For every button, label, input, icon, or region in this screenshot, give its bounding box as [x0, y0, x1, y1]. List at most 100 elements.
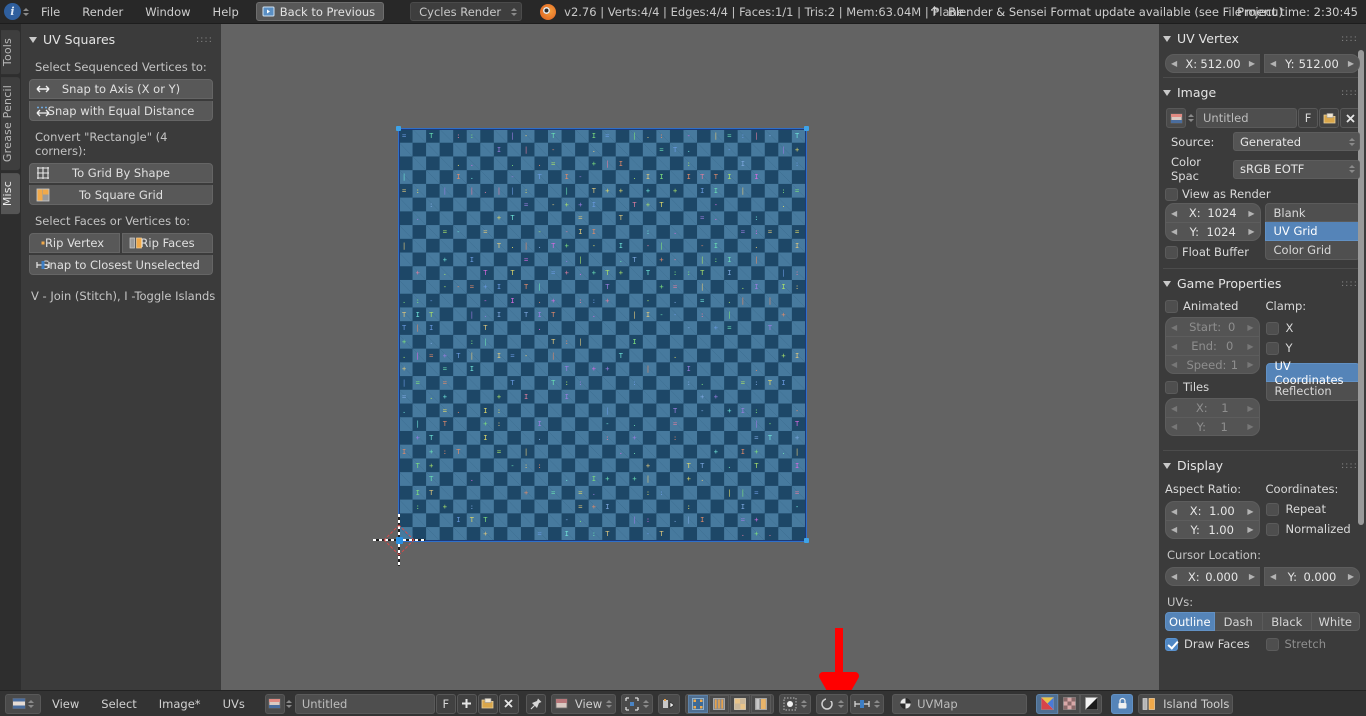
generated-type-color-grid[interactable]: Color Grid — [1264, 241, 1360, 260]
unlink-image-icon[interactable] — [1340, 108, 1360, 128]
to-square-grid-button[interactable]: To Square Grid — [29, 185, 213, 205]
image-datablock-icon[interactable] — [264, 693, 285, 714]
aspect-y-field[interactable]: ◀ Y: 1.00 ▶ — [1165, 520, 1260, 539]
lock-icon[interactable] — [1111, 693, 1134, 714]
view-as-render-row[interactable]: View as Render — [1159, 185, 1366, 203]
open-image-icon[interactable] — [477, 693, 498, 714]
image-y-field[interactable]: ◀ Y: 1024 ▶ — [1165, 222, 1261, 241]
collapse-triangle-icon[interactable] — [1163, 89, 1171, 96]
datablock-browse-icon[interactable] — [1187, 110, 1194, 127]
clamp-x-checkbox[interactable] — [1265, 321, 1279, 335]
chevron-right-icon[interactable]: ▶ — [1249, 572, 1255, 581]
uv-style-outline[interactable]: Outline — [1165, 612, 1215, 631]
uv-style-black[interactable]: Black — [1263, 612, 1312, 631]
chevron-left-icon[interactable]: ◀ — [1171, 422, 1177, 431]
chevron-left-icon[interactable]: ◀ — [1171, 360, 1177, 369]
chevron-right-icon[interactable]: ▶ — [1247, 342, 1253, 351]
back-to-previous-button[interactable]: Back to Previous — [255, 2, 385, 21]
open-image-icon[interactable] — [1319, 108, 1339, 128]
collapse-triangle-icon[interactable] — [1163, 35, 1171, 42]
draw-faces-checkbox[interactable] — [1165, 637, 1178, 651]
rip-faces-button[interactable]: Rip Faces — [122, 233, 213, 253]
generated-type-uv-grid[interactable]: UV Grid — [1264, 222, 1360, 241]
proportional-edit-group[interactable] — [779, 693, 812, 714]
chevron-right-icon[interactable]: ▶ — [1348, 59, 1354, 68]
bottom-menu-select[interactable]: Select — [90, 697, 147, 711]
select-face-icon[interactable] — [730, 694, 751, 713]
2d-cursor[interactable] — [373, 514, 425, 566]
animated-row[interactable]: Animated — [1165, 297, 1260, 317]
draw-type-bw-icon[interactable] — [1080, 693, 1103, 714]
sidebar-tab-grease-pencil[interactable]: Grease Pencil — [1, 77, 20, 171]
pivot-group[interactable] — [621, 693, 654, 714]
chevron-right-icon[interactable]: ▶ — [1247, 525, 1253, 534]
fake-user-button[interactable]: F — [1298, 108, 1318, 128]
menu-file[interactable]: File — [30, 2, 71, 22]
image-panel-header[interactable]: Image :::: — [1159, 78, 1366, 106]
normalized-row[interactable]: Normalized — [1265, 517, 1361, 541]
animated-checkbox[interactable] — [1165, 299, 1178, 313]
select-island-icon[interactable] — [751, 694, 772, 713]
clamp-x-row[interactable]: X — [1265, 319, 1361, 337]
properties-scrollbar[interactable] — [1358, 50, 1364, 525]
image-x-field[interactable]: ◀ X: 1024 ▶ — [1165, 203, 1261, 222]
uv-vertex-top-left[interactable] — [396, 126, 401, 131]
image-name-field[interactable]: Untitled — [1196, 108, 1297, 128]
tiles-row[interactable]: Tiles — [1165, 374, 1260, 398]
uv-style-white[interactable]: White — [1311, 612, 1360, 631]
bottom-menu-view[interactable]: View — [41, 697, 90, 711]
uv-vertex-y-field[interactable]: ◀ Y: 512.00 ▶ — [1264, 54, 1360, 73]
display-panel-header[interactable]: Display :::: — [1159, 451, 1366, 479]
collapse-triangle-icon[interactable] — [1163, 462, 1171, 469]
select-edge-icon[interactable] — [709, 694, 730, 713]
chevron-left-icon[interactable]: ◀ — [1171, 323, 1177, 332]
repeat-checkbox[interactable] — [1265, 502, 1279, 516]
uvmap-field[interactable]: UVMap — [892, 693, 1028, 714]
chevron-right-icon[interactable]: ▶ — [1247, 422, 1253, 431]
snap-equal-distance-button[interactable]: Snap with Equal Distance — [29, 101, 213, 121]
island-tools-group[interactable]: Island Tools — [1138, 693, 1234, 714]
update-notice[interactable]: Blender & Sensei Format update available… — [928, 5, 1283, 19]
view-as-render-checkbox[interactable] — [1165, 187, 1178, 201]
sidebar-tab-tools[interactable]: Tools — [1, 30, 20, 75]
normalized-checkbox[interactable] — [1265, 522, 1279, 536]
bottom-menu-image[interactable]: Image* — [148, 697, 212, 711]
render-engine-dropdown[interactable]: Cycles Render — [410, 2, 523, 21]
chevron-right-icon[interactable]: ▶ — [1247, 507, 1253, 516]
image-source-dropdown[interactable]: Generated — [1233, 132, 1360, 151]
stretch-row[interactable]: Stretch — [1265, 637, 1361, 651]
repeat-row[interactable]: Repeat — [1265, 501, 1361, 517]
tiles-checkbox[interactable] — [1165, 380, 1178, 394]
unlink-image-icon[interactable] — [498, 693, 519, 714]
game-end-field[interactable]: ◀ End: 0 ▶ — [1165, 336, 1260, 355]
draw-type-alpha-icon[interactable] — [1058, 693, 1081, 714]
to-grid-by-shape-button[interactable]: To Grid By Shape — [29, 163, 213, 183]
blender-info-icon[interactable]: i — [4, 2, 30, 22]
game-start-field[interactable]: ◀ Start: 0 ▶ — [1165, 317, 1260, 336]
uv-vertex-bottom-right[interactable] — [804, 538, 809, 543]
uv-squares-panel-header[interactable]: UV Squares :::: — [21, 24, 221, 53]
sidebar-tab-misc[interactable]: Misc — [1, 173, 20, 215]
aspect-x-field[interactable]: ◀ X: 1.00 ▶ — [1165, 501, 1260, 520]
tiles-y-field[interactable]: ◀ Y: 1 ▶ — [1165, 417, 1260, 436]
bottom-menu-uvs[interactable]: UVs — [212, 697, 256, 711]
chevron-left-icon[interactable]: ◀ — [1171, 572, 1177, 581]
chevron-left-icon[interactable]: ◀ — [1171, 525, 1177, 534]
uv-style-dash[interactable]: Dash — [1214, 612, 1263, 631]
collapse-triangle-icon[interactable] — [1163, 280, 1171, 287]
draw-type-uv-icon[interactable] — [1036, 693, 1059, 714]
datablock-browse-icon[interactable] — [286, 695, 293, 712]
chevron-left-icon[interactable]: ◀ — [1270, 59, 1276, 68]
uv-image-editor-viewport[interactable]: =T::|-TI=|.:-|=:|-T|I|-.=T.-|+T....=+|I:… — [221, 24, 1159, 706]
chevron-left-icon[interactable]: ◀ — [1171, 209, 1177, 218]
collapse-triangle-icon[interactable] — [29, 36, 37, 43]
select-vertex-icon[interactable] — [688, 694, 709, 713]
menu-render[interactable]: Render — [71, 2, 134, 22]
menu-help[interactable]: Help — [202, 2, 250, 22]
uv-sync-icon[interactable] — [658, 693, 681, 714]
image-colorspace-dropdown[interactable]: sRGB EOTF — [1233, 159, 1360, 179]
chevron-left-icon[interactable]: ◀ — [1171, 404, 1177, 413]
uv-vertex-x-field[interactable]: ◀ X: 512.00 ▶ — [1165, 54, 1260, 73]
chevron-left-icon[interactable]: ◀ — [1171, 507, 1177, 516]
uv-vertex-header[interactable]: UV Vertex :::: — [1159, 24, 1366, 52]
